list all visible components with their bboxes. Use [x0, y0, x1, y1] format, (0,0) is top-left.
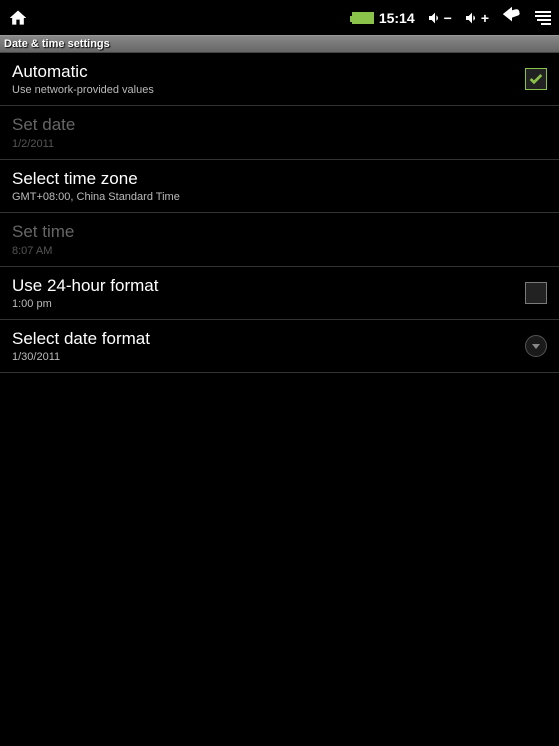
page-title: Date & time settings [4, 38, 110, 50]
use-24h-item[interactable]: Use 24-hour format 1:00 pm [0, 267, 559, 320]
item-title: Set time [12, 222, 547, 242]
item-title: Set date [12, 115, 547, 135]
clock-time: 15:14 [379, 10, 415, 26]
menu-icon[interactable] [535, 11, 551, 25]
set-date-item: Set date 1/2/2011 [0, 106, 559, 159]
volume-up-button[interactable]: + [464, 10, 489, 26]
item-subtitle: Use network-provided values [12, 84, 525, 96]
item-title: Select date format [12, 329, 525, 349]
select-timezone-item[interactable]: Select time zone GMT+08:00, China Standa… [0, 160, 559, 213]
item-subtitle: 1/30/2011 [12, 351, 525, 363]
back-icon[interactable] [501, 6, 523, 29]
status-bar: 15:14 − + [0, 0, 559, 35]
settings-list: Automatic Use network-provided values Se… [0, 53, 559, 373]
automatic-item[interactable]: Automatic Use network-provided values [0, 53, 559, 106]
set-time-item: Set time 8:07 AM [0, 213, 559, 266]
item-subtitle: 1/2/2011 [12, 138, 547, 150]
battery-icon [352, 12, 374, 24]
item-title: Automatic [12, 62, 525, 82]
home-icon[interactable] [8, 8, 340, 28]
use-24h-checkbox[interactable] [525, 282, 547, 304]
item-title: Use 24-hour format [12, 276, 525, 296]
battery-time-indicator: 15:14 [352, 10, 415, 26]
select-date-format-item[interactable]: Select date format 1/30/2011 [0, 320, 559, 373]
volume-down-button[interactable]: − [427, 10, 452, 26]
item-subtitle: 8:07 AM [12, 245, 547, 257]
item-subtitle: 1:00 pm [12, 298, 525, 310]
item-title: Select time zone [12, 169, 547, 189]
header-bar: Date & time settings [0, 35, 559, 53]
automatic-checkbox[interactable] [525, 68, 547, 90]
dropdown-icon [525, 335, 547, 357]
item-subtitle: GMT+08:00, China Standard Time [12, 191, 547, 203]
